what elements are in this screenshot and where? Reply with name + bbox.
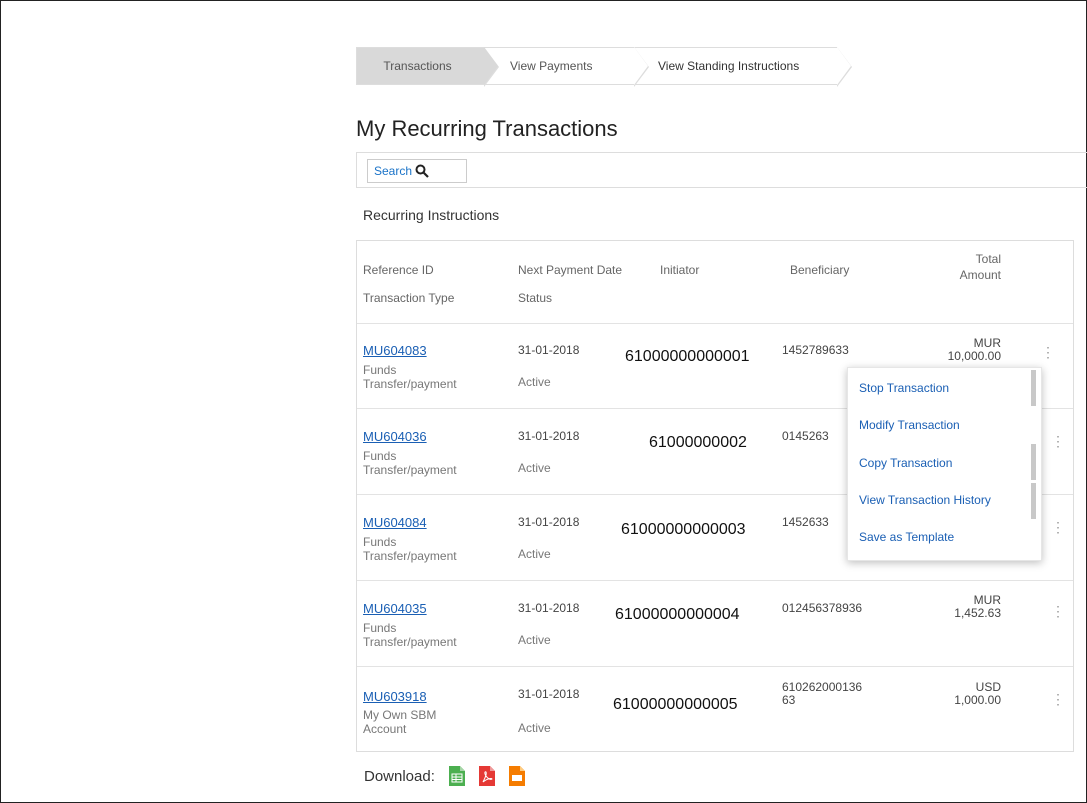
more-options-icon[interactable]: ⋮ <box>1051 603 1065 620</box>
crumb-view-standing-instructions[interactable]: View Standing Instructions <box>634 47 852 87</box>
reference-id-link[interactable]: MU604084 <box>363 515 427 530</box>
header-total-amount: Total Amount <box>917 251 1001 283</box>
menu-stop-transaction[interactable]: Stop Transaction <box>859 381 949 395</box>
amount: USD 1,000.00 <box>911 681 1001 707</box>
menu-save-as-template[interactable]: Save as Template <box>859 530 954 544</box>
type-line: Funds <box>363 535 397 549</box>
menu-modify-transaction[interactable]: Modify Transaction <box>859 418 960 432</box>
initiator: 61000000000004 <box>615 606 740 623</box>
next-payment-date: 31-01-2018 <box>518 343 580 357</box>
download-bar: Download: <box>364 766 525 786</box>
row-divider <box>357 323 1073 324</box>
amount-value: 10,000.00 <box>947 349 1001 363</box>
initiator: 61000000000005 <box>613 696 738 713</box>
header-beneficiary: Beneficiary <box>790 263 850 277</box>
initiator: 61000000002 <box>649 434 747 451</box>
header-total: Total <box>975 252 1001 266</box>
crumb-view-payments[interactable]: View Payments <box>484 47 649 87</box>
menu-view-transaction-history[interactable]: View Transaction History <box>859 493 991 507</box>
initiator: 61000000000001 <box>625 348 750 365</box>
crumb-label: View Standing Instructions <box>658 59 800 73</box>
status: Active <box>518 547 551 561</box>
search-label: Search <box>374 164 413 178</box>
type-line: Transfer/payment <box>363 549 457 563</box>
more-options-icon[interactable]: ⋮ <box>1051 691 1065 708</box>
amount: MUR 1,452.63 <box>911 594 1001 620</box>
more-options-icon[interactable]: ⋮ <box>1041 344 1055 361</box>
transaction-type: Funds Transfer/payment <box>363 621 457 649</box>
transaction-type: Funds Transfer/payment <box>363 535 457 563</box>
file-icon[interactable] <box>508 766 525 786</box>
menu-scrollbar[interactable] <box>1031 483 1036 519</box>
type-line: Funds <box>363 621 397 635</box>
amount: MUR 10,000.00 <box>911 337 1001 363</box>
page-title: My Recurring Transactions <box>356 116 618 141</box>
breadcrumb: Transactions View Payments View Standing… <box>356 47 852 87</box>
header-initiator: Initiator <box>660 263 700 277</box>
beneficiary: 1452789633 <box>782 343 849 357</box>
header-status: Status <box>518 291 553 305</box>
menu-copy-transaction[interactable]: Copy Transaction <box>859 456 952 470</box>
actions-menu: Stop Transaction Modify Transaction Copy… <box>847 367 1042 561</box>
crumb-label: Transactions <box>383 59 452 73</box>
type-line: Funds <box>363 449 397 463</box>
beneficiary: 1452633 <box>782 515 829 529</box>
next-payment-date: 31-01-2018 <box>518 515 580 529</box>
more-options-icon[interactable]: ⋮ <box>1051 433 1065 450</box>
type-line: Funds <box>363 363 397 377</box>
reference-id-link[interactable]: MU604083 <box>363 343 427 358</box>
crumb-transactions[interactable]: Transactions <box>356 47 499 87</box>
next-payment-date: 31-01-2018 <box>518 687 580 701</box>
more-options-icon[interactable]: ⋮ <box>1051 519 1065 536</box>
type-line: Transfer/payment <box>363 635 457 649</box>
crumb-label: View Payments <box>510 59 593 73</box>
beneficiary: 0145263 <box>782 429 829 443</box>
reference-id-link[interactable]: MU603918 <box>363 689 427 704</box>
type-line: Transfer/payment <box>363 463 457 477</box>
status: Active <box>518 375 551 389</box>
menu-scrollbar[interactable] <box>1031 444 1036 480</box>
row-divider <box>357 666 1073 667</box>
beneficiary: 012456378936 <box>782 601 863 615</box>
transaction-type: Funds Transfer/payment <box>363 449 457 477</box>
header-transaction-type: Transaction Type <box>363 291 455 305</box>
row-divider <box>357 580 1073 581</box>
initiator: 61000000000003 <box>621 521 746 538</box>
next-payment-date: 31-01-2018 <box>518 601 580 615</box>
transaction-type: Funds Transfer/payment <box>363 363 457 391</box>
reference-id-link[interactable]: MU604035 <box>363 601 427 616</box>
transaction-type: My Own SBM Account <box>363 708 436 736</box>
amount-value: 1,452.63 <box>954 606 1001 620</box>
type-line: My Own SBM <box>363 708 437 722</box>
beneficiary-line: 63 <box>782 693 796 707</box>
reference-id-link[interactable]: MU604036 <box>363 429 427 444</box>
download-label: Download: <box>364 767 435 785</box>
type-line: Transfer/payment <box>363 377 457 391</box>
search-button[interactable]: Search <box>367 159 467 183</box>
search-bar: Search <box>356 152 1087 188</box>
status: Active <box>518 721 551 735</box>
status: Active <box>518 461 551 475</box>
header-amount: Amount <box>959 268 1001 282</box>
amount-value: 1,000.00 <box>954 693 1001 707</box>
beneficiary: 610262000136 63 <box>782 681 862 707</box>
next-payment-date: 31-01-2018 <box>518 429 580 443</box>
pdf-icon[interactable] <box>478 766 495 786</box>
menu-scrollbar[interactable] <box>1031 370 1036 406</box>
header-next-payment-date: Next Payment Date <box>518 263 623 277</box>
type-line: Account <box>363 722 407 736</box>
header-reference-id: Reference ID <box>363 263 434 277</box>
excel-icon[interactable] <box>448 766 465 786</box>
section-title: Recurring Instructions <box>363 207 500 223</box>
status: Active <box>518 633 551 647</box>
search-icon <box>415 164 429 178</box>
